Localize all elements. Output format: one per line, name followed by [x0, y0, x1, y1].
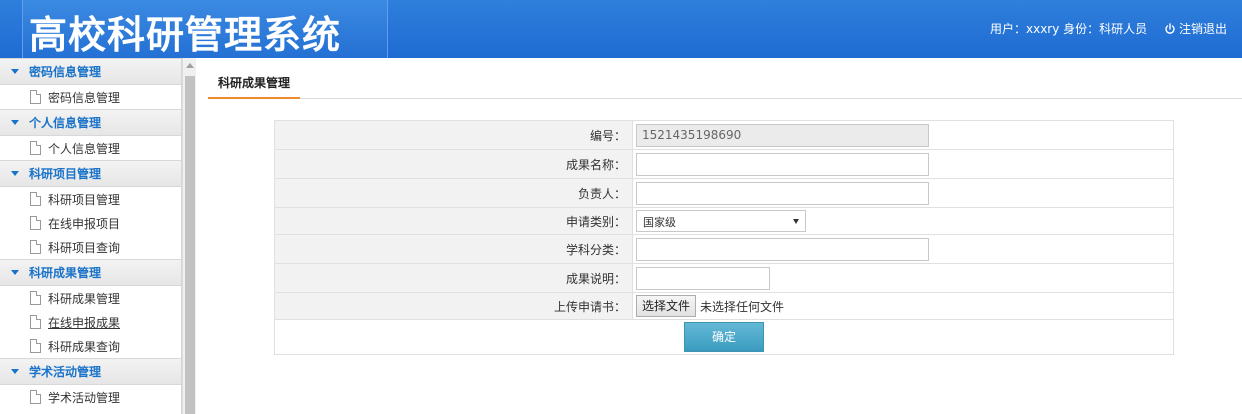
sidebar-group-label: 学术活动管理 — [29, 365, 102, 379]
name-label: 成果名称： — [274, 149, 633, 179]
owner-label: 负责人： — [274, 178, 633, 208]
app-title: 高校科研管理系统 — [29, 13, 342, 57]
sidebar-item-label: 科研项目查询 — [48, 240, 121, 255]
document-icon — [30, 90, 41, 104]
caret-down-icon — [11, 171, 19, 176]
sidebar-group-label: 个人信息管理 — [29, 116, 102, 130]
sidebar-group-academic[interactable]: 学术活动管理 — [0, 358, 181, 385]
logout-button[interactable]: 注销退出 — [1164, 20, 1227, 37]
desc-label: 成果说明： — [274, 263, 633, 293]
category-select[interactable]: 国家级 — [636, 210, 806, 232]
file-upload: 选择文件 未选择任何文件 — [636, 295, 1173, 317]
tab-achievement-manage[interactable]: 科研成果管理 — [208, 70, 300, 99]
caret-down-icon — [11, 270, 19, 275]
document-icon — [30, 315, 41, 329]
power-icon — [1165, 22, 1175, 34]
sidebar-group-label: 密码信息管理 — [29, 65, 102, 79]
submit-button[interactable]: 确定 — [684, 322, 764, 352]
sidebar-group-achievement[interactable]: 科研成果管理 — [0, 259, 181, 286]
sidebar-item-project-query[interactable]: 科研项目查询 — [0, 235, 181, 259]
sidebar-item-label: 在线申报成果 — [48, 315, 121, 330]
sidebar-group-personal[interactable]: 个人信息管理 — [0, 109, 181, 136]
subject-label: 学科分类： — [274, 234, 633, 264]
document-icon — [30, 216, 41, 230]
dropdown-arrow-icon — [793, 219, 799, 224]
sidebar-item-achievement-manage[interactable]: 科研成果管理 — [0, 286, 181, 310]
sidebar-group-label: 科研项目管理 — [29, 167, 102, 181]
sidebar-item-label: 科研成果管理 — [48, 291, 121, 306]
sidebar-item-label: 学术活动管理 — [48, 390, 121, 405]
sidebar-item-label: 科研成果查询 — [48, 339, 121, 354]
document-icon — [30, 291, 41, 305]
sidebar-item-label: 科研项目管理 — [48, 192, 121, 207]
file-status: 未选择任何文件 — [700, 299, 785, 314]
achievement-form: 编号： 1521435198690 成果名称： 负责人： 申请类别： 国家级 学… — [274, 120, 1174, 355]
sidebar: 密码信息管理 密码信息管理 个人信息管理 个人信息管理 科研项目管理 科研项目管… — [0, 58, 182, 414]
document-icon — [30, 141, 41, 155]
sidebar-item-academic-manage[interactable]: 学术活动管理 — [0, 385, 181, 409]
choose-file-button[interactable]: 选择文件 — [636, 295, 697, 317]
caret-down-icon — [11, 69, 19, 74]
sidebar-scrollbar[interactable] — [182, 58, 196, 414]
sidebar-group-project[interactable]: 科研项目管理 — [0, 160, 181, 187]
sidebar-item-label: 个人信息管理 — [48, 141, 121, 156]
document-icon — [30, 240, 41, 254]
sidebar-item-project-manage[interactable]: 科研项目管理 — [0, 187, 181, 211]
subject-input[interactable] — [636, 237, 929, 261]
document-icon — [30, 192, 41, 206]
name-input[interactable] — [636, 152, 929, 176]
upload-label: 上传申请书： — [274, 292, 633, 320]
id-field: 1521435198690 — [636, 123, 929, 147]
sidebar-item-personal-manage[interactable]: 个人信息管理 — [0, 136, 181, 160]
scroll-up-arrow-icon[interactable] — [186, 63, 194, 68]
category-label: 申请类别： — [274, 207, 633, 235]
sidebar-item-project-apply[interactable]: 在线申报项目 — [0, 211, 181, 235]
sidebar-group-password[interactable]: 密码信息管理 — [0, 58, 181, 85]
sidebar-item-label: 密码信息管理 — [48, 90, 121, 105]
app-header: 高校科研管理系统 用户：xxxry 身份：科研人员 注销退出 — [0, 0, 1242, 58]
caret-down-icon — [11, 369, 19, 374]
sidebar-group-label: 科研成果管理 — [29, 266, 102, 280]
document-icon — [30, 339, 41, 353]
category-selected-value: 国家级 — [643, 216, 676, 229]
logout-label: 注销退出 — [1179, 22, 1228, 36]
document-icon — [30, 390, 41, 404]
scroll-thumb[interactable] — [185, 76, 195, 414]
user-info: 用户：xxxry 身份：科研人员 — [990, 22, 1148, 36]
sidebar-item-label: 在线申报项目 — [48, 216, 121, 231]
logo-box: 高校科研管理系统 — [22, 0, 388, 58]
id-label: 编号： — [274, 120, 633, 150]
sidebar-item-achievement-query[interactable]: 科研成果查询 — [0, 334, 181, 358]
sidebar-item-achievement-apply[interactable]: 在线申报成果 — [0, 310, 181, 334]
caret-down-icon — [11, 120, 19, 125]
desc-input[interactable] — [636, 266, 770, 290]
sidebar-item-password-manage[interactable]: 密码信息管理 — [0, 85, 181, 109]
tab-bar: 科研成果管理 — [208, 70, 1242, 99]
owner-input[interactable] — [636, 181, 929, 205]
